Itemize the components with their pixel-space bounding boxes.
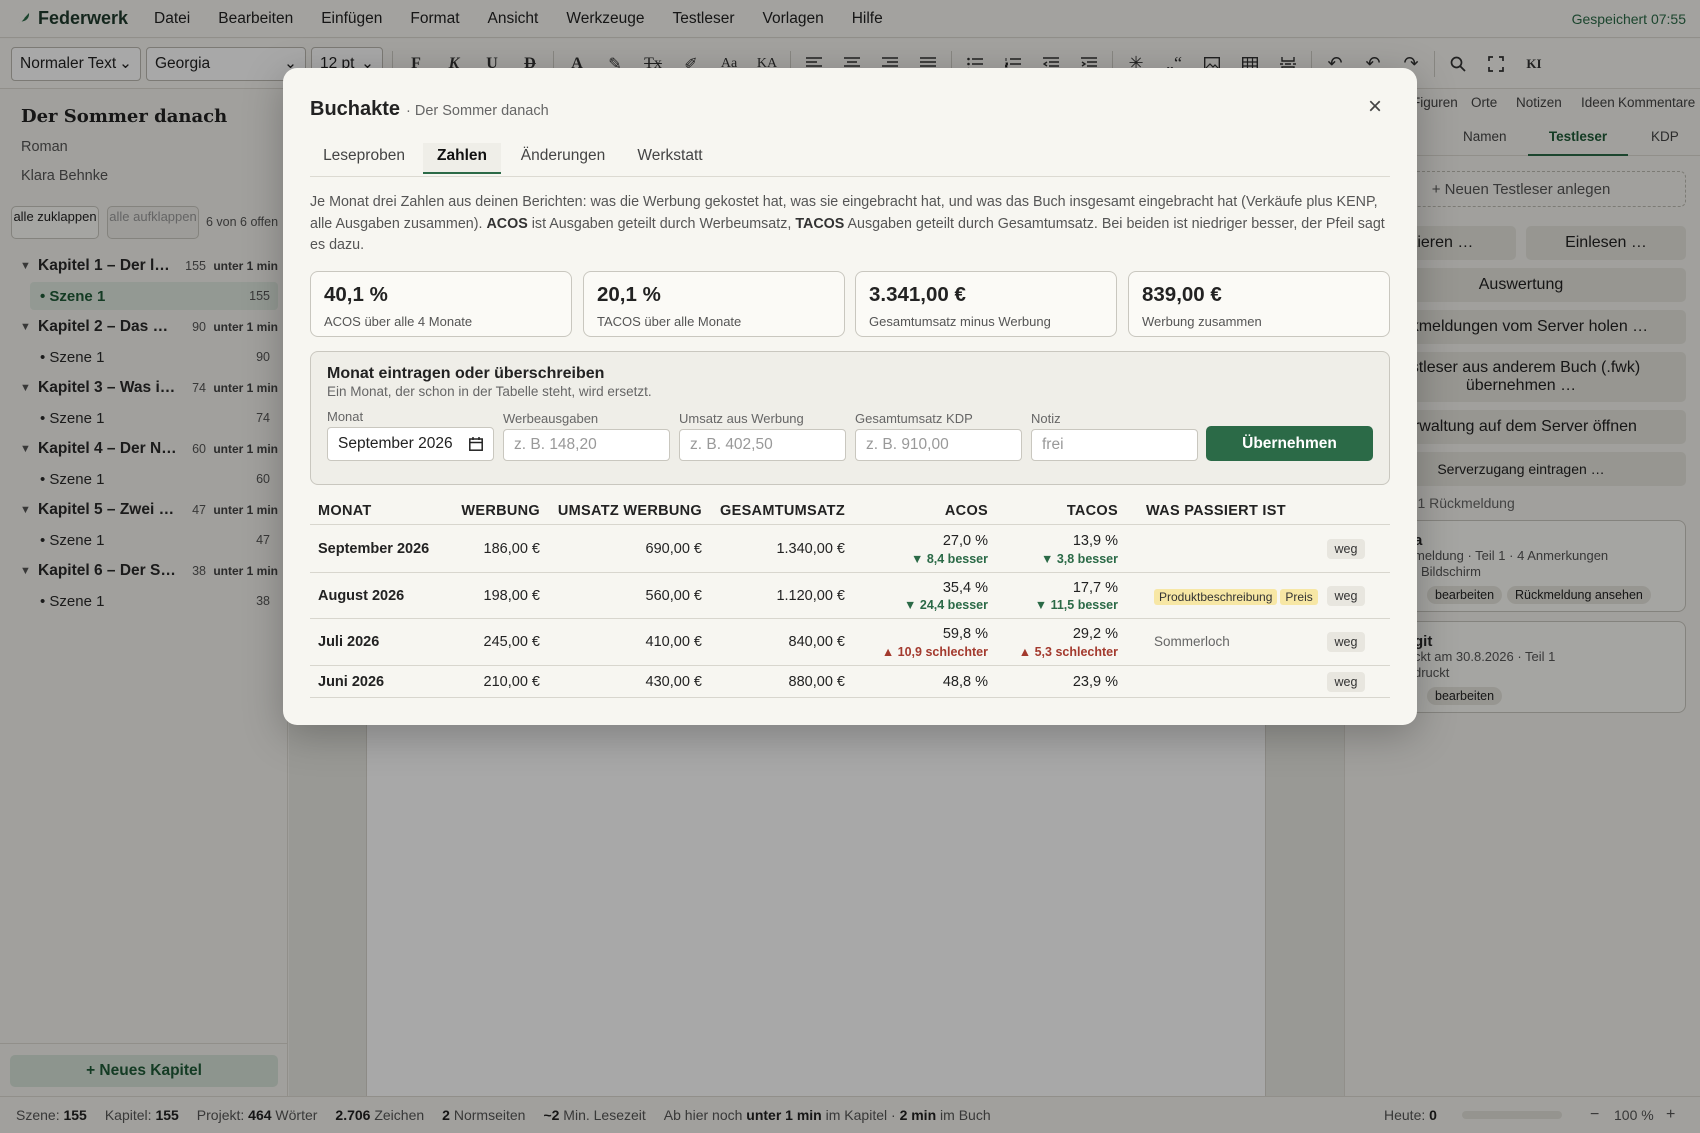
tab-werkstatt[interactable]: Werkstatt bbox=[625, 143, 715, 174]
kpi-ad-spend: 839,00 € Werbung zusammen bbox=[1128, 271, 1390, 337]
ad-revenue-label: Umsatz aus Werbung bbox=[679, 411, 804, 426]
col-ad-revenue: UMSATZ WERBUNG bbox=[557, 503, 702, 519]
tab-zahlen[interactable]: Zahlen bbox=[423, 143, 501, 174]
table-row: August 2026 198,00 € 560,00 € 1.120,00 €… bbox=[310, 573, 1390, 619]
dialog-title: Buchakte bbox=[310, 98, 401, 120]
event-note: Sommerloch bbox=[1154, 634, 1230, 649]
ad-spend-label: Werbeausgaben bbox=[503, 411, 599, 426]
table-row: Juni 2026 210,00 € 430,00 € 880,00 € 48,… bbox=[310, 666, 1390, 698]
total-revenue-input[interactable] bbox=[855, 429, 1022, 461]
col-acos: ACOS bbox=[944, 503, 988, 519]
tab-aenderungen[interactable]: Änderungen bbox=[505, 143, 621, 174]
kpi-tacos: 20,1 % TACOS über alle Monate bbox=[583, 271, 845, 337]
col-ad-spend: WERBUNG bbox=[461, 503, 540, 519]
form-hint: Ein Monat, der schon in der Tabelle steh… bbox=[327, 384, 652, 399]
ad-spend-input[interactable] bbox=[503, 429, 670, 461]
form-title: Monat eintragen oder überschreiben bbox=[327, 365, 605, 382]
table-row: Juli 2026 245,00 € 410,00 € 840,00 € 59,… bbox=[310, 619, 1390, 666]
col-total-revenue: GESAMTUMSATZ bbox=[720, 503, 845, 519]
delete-row-button[interactable]: weg bbox=[1327, 539, 1365, 559]
book-file-dialog: Buchakte · Der Sommer danach × Leseprobe… bbox=[283, 68, 1417, 725]
kpi-acos: 40,1 % ACOS über alle 4 Monate bbox=[310, 271, 572, 337]
table-row: September 2026 186,00 € 690,00 € 1.340,0… bbox=[310, 526, 1390, 573]
total-revenue-label: Gesamtumsatz KDP bbox=[855, 411, 973, 426]
col-month: MONAT bbox=[318, 503, 372, 519]
delete-row-button[interactable]: weg bbox=[1327, 586, 1365, 606]
event-tag: Preis bbox=[1280, 589, 1318, 605]
event-tag: Produktbeschreibung bbox=[1154, 589, 1278, 605]
numbers-description: Je Monat drei Zahlen aus deinen Berichte… bbox=[310, 194, 1385, 253]
delete-row-button[interactable]: weg bbox=[1327, 632, 1365, 652]
col-events: WAS PASSIERT IST bbox=[1146, 503, 1286, 519]
ad-revenue-input[interactable] bbox=[679, 429, 846, 461]
close-icon[interactable]: × bbox=[1360, 92, 1390, 122]
tab-leseproben[interactable]: Leseproben bbox=[310, 143, 418, 174]
kpi-net-revenue: 3.341,00 € Gesamtumsatz minus Werbung bbox=[855, 271, 1117, 337]
col-tacos: TACOS bbox=[1066, 503, 1118, 519]
apply-month-button[interactable]: Übernehmen bbox=[1206, 426, 1373, 461]
dialog-subtitle: · Der Sommer danach bbox=[406, 103, 549, 119]
month-label: Monat bbox=[327, 409, 364, 424]
month-input[interactable]: September 2026 bbox=[327, 427, 494, 461]
event-tags: Produktbeschreibung Preis bbox=[1154, 588, 1321, 605]
delete-row-button[interactable]: weg bbox=[1327, 672, 1365, 692]
note-input[interactable] bbox=[1031, 429, 1198, 461]
month-entry-form: Monat eintragen oder überschreiben Ein M… bbox=[310, 351, 1390, 485]
calendar-icon bbox=[469, 437, 483, 451]
note-label: Notiz bbox=[1031, 411, 1061, 426]
table-header: MONAT WERBUNG UMSATZ WERBUNG GESAMTUMSAT… bbox=[310, 495, 1390, 525]
tab-divider bbox=[310, 176, 1390, 177]
